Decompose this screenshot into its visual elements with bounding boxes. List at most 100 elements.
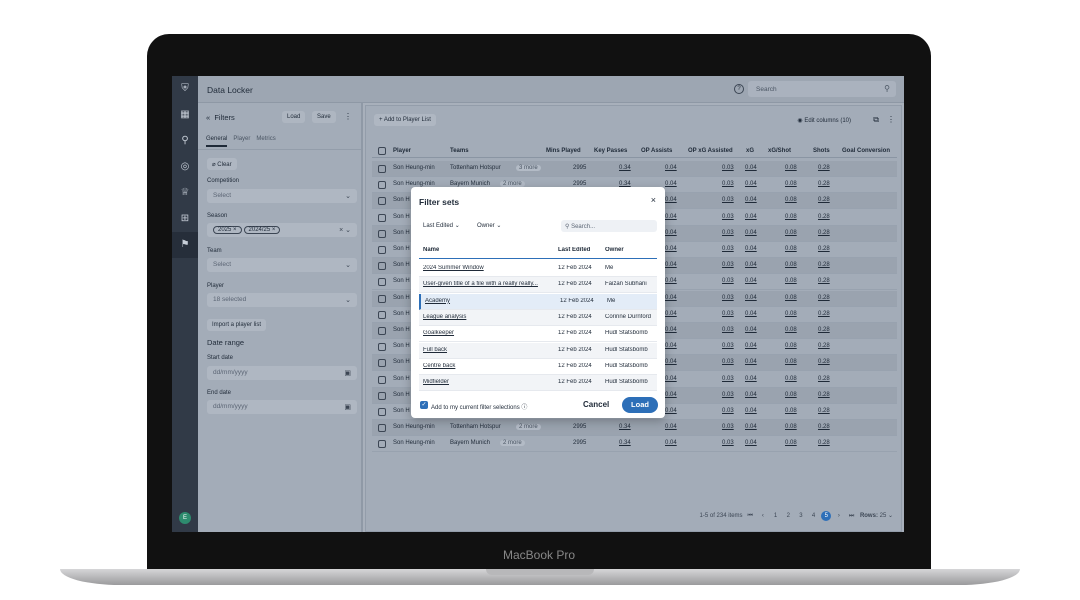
cell-opa[interactable]: 0.04	[665, 408, 677, 414]
filter-search-input[interactable]: ⚲ Search...	[561, 220, 657, 232]
cell-xgs[interactable]: 0.08	[785, 295, 797, 301]
cell-xg[interactable]: 0.04	[745, 440, 757, 446]
cell-shots[interactable]: 0.28	[818, 278, 830, 284]
cell-shots[interactable]: 0.28	[818, 327, 830, 333]
more-teams-tag[interactable]: 3 more	[516, 165, 541, 171]
cell-opa[interactable]: 0.04	[665, 327, 677, 333]
cancel-button[interactable]: Cancel	[583, 400, 609, 409]
cell-shots[interactable]: 0.28	[818, 343, 830, 349]
cell-shots[interactable]: 0.28	[818, 246, 830, 252]
competition-select[interactable]: Select ⌄	[207, 189, 357, 203]
cell-opa[interactable]: 0.04	[665, 246, 677, 252]
cell-xg[interactable]: 0.04	[745, 295, 757, 301]
col-op-assists[interactable]: OP Assists	[641, 148, 672, 154]
page-4[interactable]: 4	[809, 511, 819, 521]
col-owner[interactable]: Owner	[605, 247, 624, 253]
table-row[interactable]: Son Heung-min Tottenham Hotspur 2 more 2995…	[372, 420, 897, 437]
clear-button[interactable]: ⌀ Clear	[207, 158, 237, 170]
cell-xgs[interactable]: 0.08	[785, 359, 797, 365]
cell-xga[interactable]: 0.03	[722, 392, 734, 398]
season-chip[interactable]: 2025 ×	[213, 226, 242, 234]
filter-set-row[interactable]: User-given title of a file with a really…	[419, 277, 657, 294]
more-icon[interactable]: ⋮	[887, 115, 895, 124]
cell-xga[interactable]: 0.03	[722, 181, 734, 187]
cell-shots[interactable]: 0.28	[818, 214, 830, 220]
cell-xg[interactable]: 0.04	[745, 376, 757, 382]
row-checkbox[interactable]	[378, 408, 386, 416]
player-select[interactable]: 18 selected ⌄	[207, 293, 357, 307]
cell-xg[interactable]: 0.04	[745, 392, 757, 398]
col-shots[interactable]: Shots	[813, 148, 830, 154]
cell-shots[interactable]: 0.28	[818, 230, 830, 236]
cell-xga[interactable]: 0.03	[722, 214, 734, 220]
cell-xga[interactable]: 0.03	[722, 424, 734, 430]
cell-xg[interactable]: 0.04	[745, 311, 757, 317]
row-checkbox[interactable]	[378, 165, 386, 173]
calendar-icon[interactable]: ▣	[344, 369, 351, 377]
cell-xgs[interactable]: 0.08	[785, 392, 797, 398]
cell-shots[interactable]: 0.28	[818, 262, 830, 268]
add-to-player-list-button[interactable]: + Add to Player List	[374, 114, 436, 126]
cell-xg[interactable]: 0.04	[745, 181, 757, 187]
col-last-edited[interactable]: Last Edited	[558, 247, 590, 253]
cell-opa[interactable]: 0.04	[665, 181, 677, 187]
cell-opa[interactable]: 0.04	[665, 424, 677, 430]
sort-dropdown[interactable]: Last Edited ⌄	[423, 222, 460, 229]
load-button[interactable]: Load	[622, 397, 658, 413]
cell-kp[interactable]: 0.34	[619, 165, 631, 171]
cell-xga[interactable]: 0.03	[722, 246, 734, 252]
cell-xgs[interactable]: 0.08	[785, 181, 797, 187]
more-teams-tag[interactable]: 2 more	[516, 424, 541, 431]
row-checkbox[interactable]	[378, 246, 386, 254]
row-checkbox[interactable]	[378, 294, 386, 303]
cell-opa[interactable]: 0.04	[665, 197, 677, 203]
cell-opa[interactable]: 0.04	[665, 165, 677, 171]
cell-opa[interactable]: 0.04	[665, 343, 677, 349]
cell-kp[interactable]: 0.34	[619, 440, 631, 446]
search-input[interactable]: Search ⚲	[748, 81, 896, 97]
cell-xgs[interactable]: 0.08	[785, 246, 797, 252]
filter-set-name[interactable]: Midfielder	[423, 379, 561, 385]
col-xg[interactable]: xG	[746, 148, 754, 154]
cell-xgs[interactable]: 0.08	[785, 165, 797, 171]
cell-shots[interactable]: 0.28	[818, 440, 830, 446]
season-select[interactable]: 2025 × 2024/25 × × ⌄	[207, 223, 357, 237]
filter-set-row[interactable]: Midfielder 12 Feb 2024 Hudl Statsbomb	[419, 375, 657, 392]
page-3[interactable]: 3	[796, 511, 806, 521]
table-row[interactable]: Son Heung-min Tottenham Hotspur 3 more 2995…	[372, 161, 897, 177]
cell-xgs[interactable]: 0.08	[785, 278, 797, 284]
cell-xgs[interactable]: 0.08	[785, 408, 797, 414]
col-goal-conversion[interactable]: Goal Conversion	[842, 148, 890, 154]
cell-xga[interactable]: 0.03	[722, 376, 734, 382]
cell-xg[interactable]: 0.04	[745, 408, 757, 414]
last-page-icon[interactable]: ⏭	[847, 511, 857, 521]
cell-xga[interactable]: 0.03	[722, 197, 734, 203]
cell-opa[interactable]: 0.04	[665, 262, 677, 268]
cell-opa[interactable]: 0.04	[665, 376, 677, 382]
cell-xga[interactable]: 0.03	[722, 408, 734, 414]
cell-xg[interactable]: 0.04	[745, 165, 757, 171]
cell-xga[interactable]: 0.03	[722, 343, 734, 349]
start-date-input[interactable]: dd/mm/yyyy ▣	[207, 366, 357, 380]
cell-xg[interactable]: 0.04	[745, 197, 757, 203]
filter-set-row[interactable]: Academy 12 Feb 2024 Me	[419, 293, 657, 310]
cell-opa[interactable]: 0.04	[665, 278, 677, 284]
cell-xga[interactable]: 0.03	[722, 295, 734, 301]
filter-set-name[interactable]: Goalkeeper	[423, 330, 561, 336]
cell-xga[interactable]: 0.03	[722, 278, 734, 284]
cell-xgs[interactable]: 0.08	[785, 440, 797, 446]
row-checkbox[interactable]	[378, 197, 386, 206]
first-page-icon[interactable]: ⏮	[745, 511, 755, 521]
close-icon[interactable]: ×	[651, 195, 656, 205]
col-player[interactable]: Player	[393, 148, 411, 154]
cell-opa[interactable]: 0.04	[665, 392, 677, 398]
col-op-xg-assisted[interactable]: OP xG Assisted	[688, 148, 733, 154]
load-filters-button[interactable]: Load	[282, 111, 306, 123]
cell-xgs[interactable]: 0.08	[785, 197, 797, 203]
row-checkbox[interactable]	[378, 181, 386, 190]
more-icon[interactable]: ⋮	[344, 112, 352, 121]
cell-xgs[interactable]: 0.08	[785, 376, 797, 382]
filter-set-row[interactable]: League analysis 12 Feb 2024 Corinne Durnfo…	[419, 309, 657, 326]
cell-opa[interactable]: 0.04	[665, 359, 677, 365]
cell-xga[interactable]: 0.03	[722, 230, 734, 236]
